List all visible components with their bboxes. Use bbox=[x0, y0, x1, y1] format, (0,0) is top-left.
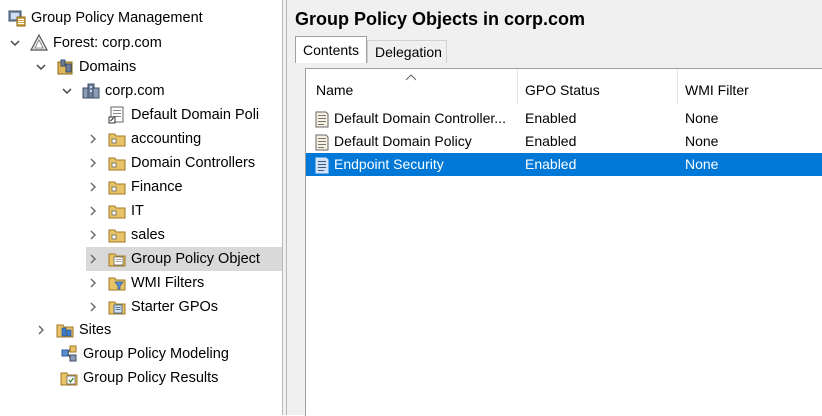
tab-contents[interactable]: Contents bbox=[295, 36, 367, 63]
chevron-right-icon[interactable] bbox=[86, 127, 100, 151]
tree-label: Domains bbox=[79, 59, 137, 75]
tree-item-forest[interactable]: Forest: corp.com bbox=[8, 31, 166, 55]
tree-label: sales bbox=[131, 227, 165, 243]
console-tree: Group Policy Management Forest: corp.com… bbox=[0, 0, 282, 415]
gpo-icon bbox=[315, 157, 329, 173]
chevron-down-icon[interactable] bbox=[34, 55, 48, 79]
tree-item-default-domain-policy[interactable]: Default Domain Poli bbox=[86, 103, 263, 127]
tree-label: Group Policy Management bbox=[31, 10, 203, 26]
tree-item-wmi-filters[interactable]: WMI Filters bbox=[86, 271, 208, 295]
sites-icon bbox=[56, 324, 74, 338]
gpo-link-icon bbox=[108, 106, 124, 124]
tree-label: Starter GPOs bbox=[131, 299, 219, 315]
chevron-right-icon[interactable] bbox=[86, 271, 100, 295]
tree-label: Group Policy Results bbox=[83, 370, 219, 386]
tree-item-accounting[interactable]: accounting bbox=[86, 127, 205, 151]
gpo-name: Endpoint Security bbox=[334, 156, 444, 172]
tree-item-finance[interactable]: Finance bbox=[86, 175, 187, 199]
ou-folder-icon bbox=[108, 229, 126, 243]
gpo-container-icon bbox=[108, 253, 126, 267]
ou-folder-icon bbox=[108, 181, 126, 195]
ou-folder-icon bbox=[108, 133, 126, 147]
table-row[interactable]: Default Domain Controller... Enabled Non… bbox=[306, 107, 822, 130]
column-header-gpo-status[interactable]: GPO Status bbox=[518, 69, 677, 105]
table-row[interactable]: Default Domain Policy Enabled None bbox=[306, 130, 822, 153]
gpo-icon bbox=[315, 134, 329, 150]
chevron-right-icon[interactable] bbox=[86, 295, 100, 319]
tree-label: WMI Filters bbox=[131, 275, 205, 291]
ou-folder-icon bbox=[108, 205, 126, 219]
tree-item-gp-modeling[interactable]: Group Policy Modeling bbox=[38, 342, 233, 366]
tree-item-gp-results[interactable]: Group Policy Results bbox=[38, 366, 222, 390]
forest-icon bbox=[30, 34, 48, 51]
tree-item-starter-gpos[interactable]: Starter GPOs bbox=[86, 295, 222, 319]
gpo-status: Enabled bbox=[525, 110, 577, 126]
gpo-wmi-filter: None bbox=[685, 156, 719, 172]
tree-label: Finance bbox=[131, 179, 183, 195]
details-pane: Group Policy Objects in corp.com Content… bbox=[287, 0, 822, 416]
tree-label: Forest: corp.com bbox=[53, 35, 162, 51]
tree-label: Sites bbox=[79, 322, 112, 338]
gpm-console-icon bbox=[8, 10, 26, 27]
tree-label: accounting bbox=[131, 131, 202, 147]
column-header-label: Name bbox=[316, 82, 354, 98]
column-header-label: WMI Filter bbox=[685, 82, 749, 98]
tree-item-it[interactable]: IT bbox=[86, 199, 148, 223]
tree-item-domains[interactable]: Domains bbox=[34, 55, 140, 79]
table-row[interactable]: Endpoint Security Enabled None bbox=[306, 153, 822, 176]
wmi-filters-icon bbox=[108, 277, 126, 291]
tree-item-gpm-root[interactable]: Group Policy Management bbox=[8, 6, 207, 30]
chevron-down-icon[interactable] bbox=[60, 79, 74, 103]
gpo-wmi-filter: None bbox=[685, 133, 719, 149]
chevron-right-icon[interactable] bbox=[86, 247, 100, 271]
tab-delegation[interactable]: Delegation bbox=[367, 40, 447, 63]
ou-folder-icon bbox=[108, 157, 126, 171]
gpo-name: Default Domain Controller... bbox=[334, 110, 506, 126]
gpo-status: Enabled bbox=[525, 133, 577, 149]
chevron-right-icon[interactable] bbox=[86, 199, 100, 223]
tree-label: Default Domain Poli bbox=[131, 107, 260, 123]
tree-item-group-policy-objects[interactable]: Group Policy Object bbox=[86, 247, 282, 271]
tree-label: Group Policy Object bbox=[131, 251, 260, 267]
starter-gpos-icon bbox=[108, 301, 126, 315]
domains-icon bbox=[57, 59, 73, 75]
page-title: Group Policy Objects in corp.com bbox=[295, 9, 586, 29]
chevron-right-icon[interactable] bbox=[86, 175, 100, 199]
sort-ascending-icon bbox=[405, 74, 417, 81]
gp-modeling-icon bbox=[61, 345, 77, 362]
gpo-wmi-filter: None bbox=[685, 110, 719, 126]
gp-results-icon bbox=[60, 372, 78, 386]
gpo-icon bbox=[315, 111, 329, 127]
tree-item-domain-controllers[interactable]: Domain Controllers bbox=[86, 151, 259, 175]
chevron-right-icon[interactable] bbox=[34, 318, 48, 342]
tree-label: corp.com bbox=[105, 83, 165, 99]
domain-icon bbox=[82, 83, 100, 99]
chevron-down-icon[interactable] bbox=[8, 31, 22, 55]
chevron-right-icon[interactable] bbox=[86, 151, 100, 175]
tree-item-sales[interactable]: sales bbox=[86, 223, 169, 247]
tree-label: Domain Controllers bbox=[131, 155, 256, 171]
column-header-label: GPO Status bbox=[525, 82, 600, 98]
chevron-right-icon[interactable] bbox=[86, 223, 100, 247]
gpo-list: Name GPO Status WMI Filter Default Domai… bbox=[305, 68, 822, 416]
gpo-status: Enabled bbox=[525, 156, 577, 172]
tree-label: Group Policy Modeling bbox=[83, 346, 229, 362]
tree-item-domain-corp[interactable]: corp.com bbox=[60, 79, 169, 103]
column-header-wmi-filter[interactable]: WMI Filter bbox=[678, 69, 822, 105]
gpo-name: Default Domain Policy bbox=[334, 133, 472, 149]
tree-label: IT bbox=[131, 203, 144, 219]
tree-item-sites[interactable]: Sites bbox=[34, 318, 115, 342]
